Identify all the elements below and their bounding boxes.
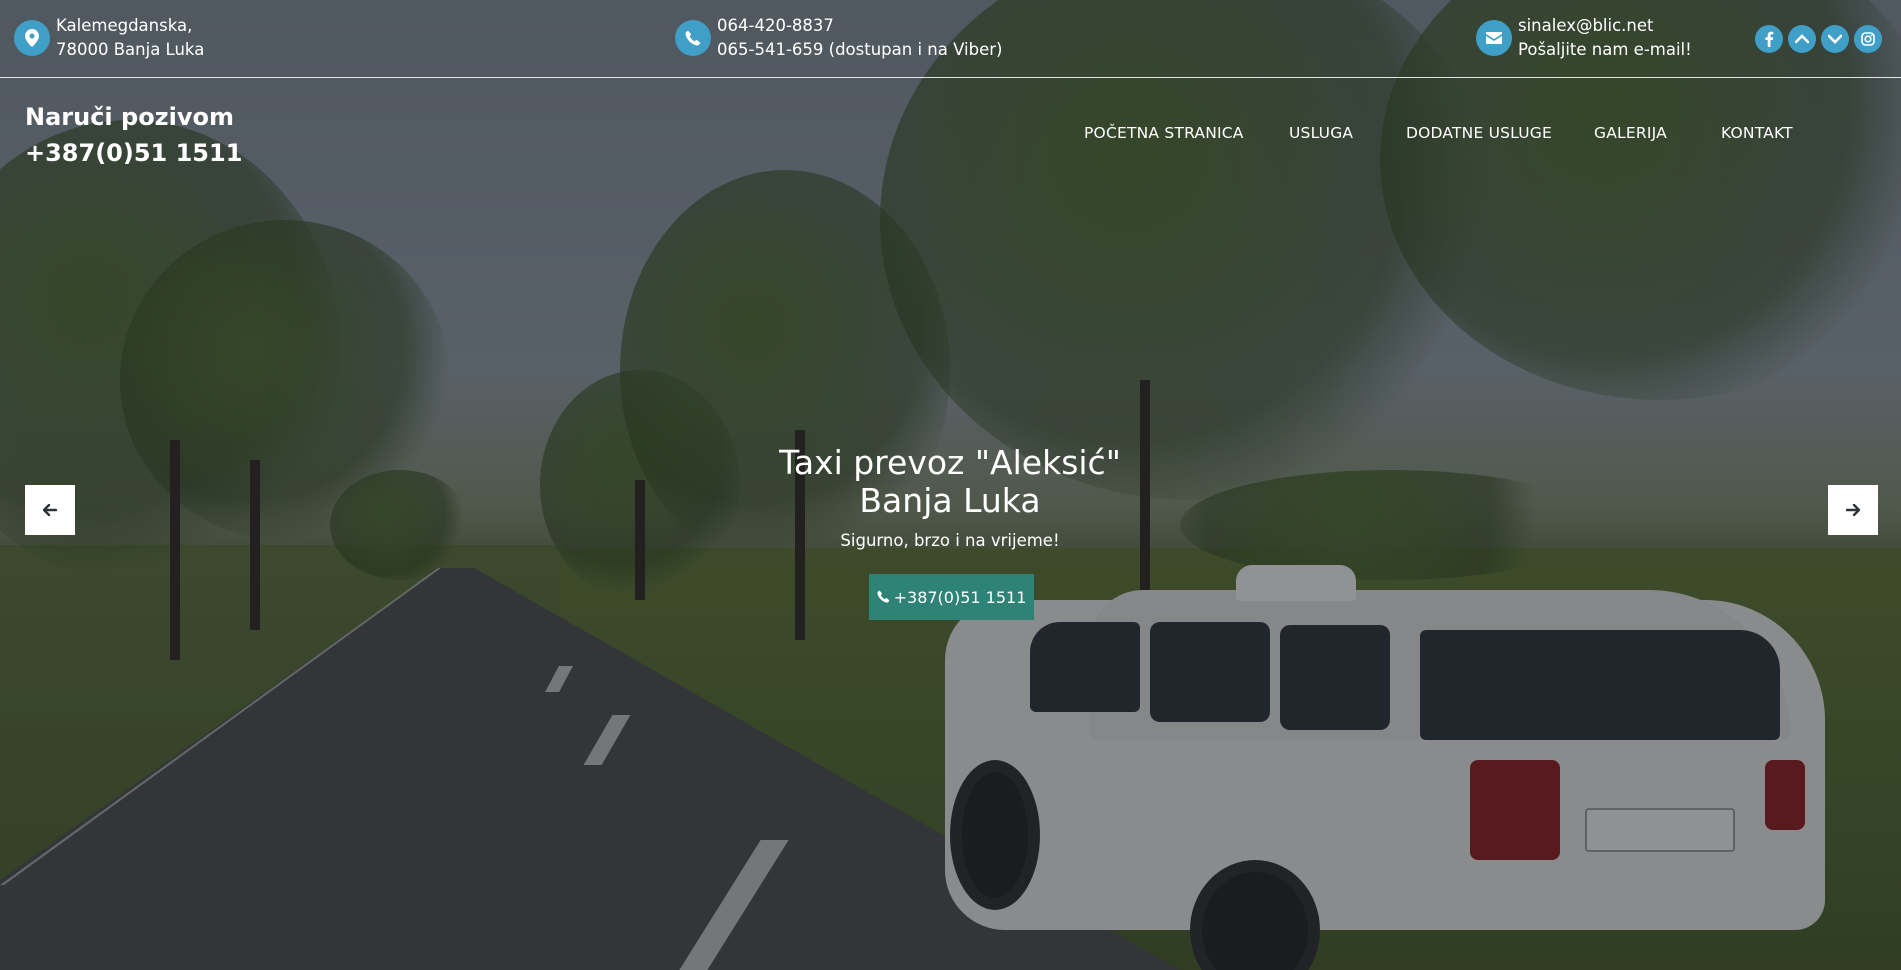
facebook-icon[interactable] [1755, 25, 1783, 53]
nav-item-pocetna[interactable]: POČETNA STRANICA [1084, 124, 1244, 142]
phone-icon [876, 588, 890, 607]
nav-item-usluga[interactable]: USLUGA [1289, 124, 1353, 142]
call-button[interactable]: +387(0)51 1511 [869, 574, 1034, 620]
slide-subtitle: Sigurno, brzo i na vrijeme! [840, 531, 1060, 550]
main-nav: POČETNA STRANICA USLUGA DODATNE USLUGE G… [0, 124, 1901, 148]
phone-line-1[interactable]: 064-420-8837 [717, 14, 1002, 38]
phone-info: 064-420-8837 065-541-659 (dostupan i na … [675, 14, 1002, 62]
top-info-bar: Kalemegdanska, 78000 Banja Luka 064-420-… [0, 0, 1901, 78]
slide-title: Taxi prevoz "Aleksić" Banja Luka [650, 444, 1250, 520]
social-links [1755, 25, 1882, 53]
nav-item-kontakt[interactable]: KONTAKT [1721, 124, 1793, 142]
email-cta: Pošaljite nam e-mail! [1518, 40, 1692, 59]
chevron-down-icon[interactable] [1821, 25, 1849, 53]
slider-prev-button[interactable] [25, 485, 75, 535]
phone-line-2[interactable]: 065-541-659 (dostupan i na Viber) [717, 38, 1002, 62]
address-info: Kalemegdanska, 78000 Banja Luka [14, 14, 204, 62]
nav-item-dodatne-usluge[interactable]: DODATNE USLUGE [1406, 124, 1552, 142]
instagram-icon[interactable] [1854, 25, 1882, 53]
slider-next-button[interactable] [1828, 485, 1878, 535]
chevron-up-icon[interactable] [1788, 25, 1816, 53]
address-line-1: Kalemegdanska, [56, 16, 193, 35]
email-info: sinalex@blic.net Pošaljite nam e-mail! [1476, 14, 1692, 62]
slide-title-line-1: Taxi prevoz "Aleksić" [779, 443, 1121, 482]
address-line-2: 78000 Banja Luka [56, 40, 205, 59]
phone-icon [675, 20, 711, 56]
arrow-left-icon [42, 501, 58, 520]
slide-title-line-2: Banja Luka [859, 481, 1041, 520]
call-button-label: +387(0)51 1511 [893, 587, 1027, 607]
location-pin-icon [14, 20, 50, 56]
envelope-icon [1476, 20, 1512, 56]
email-address[interactable]: sinalex@blic.net [1518, 14, 1692, 38]
nav-item-galerija[interactable]: GALERIJA [1594, 124, 1667, 142]
arrow-right-icon [1845, 501, 1861, 520]
